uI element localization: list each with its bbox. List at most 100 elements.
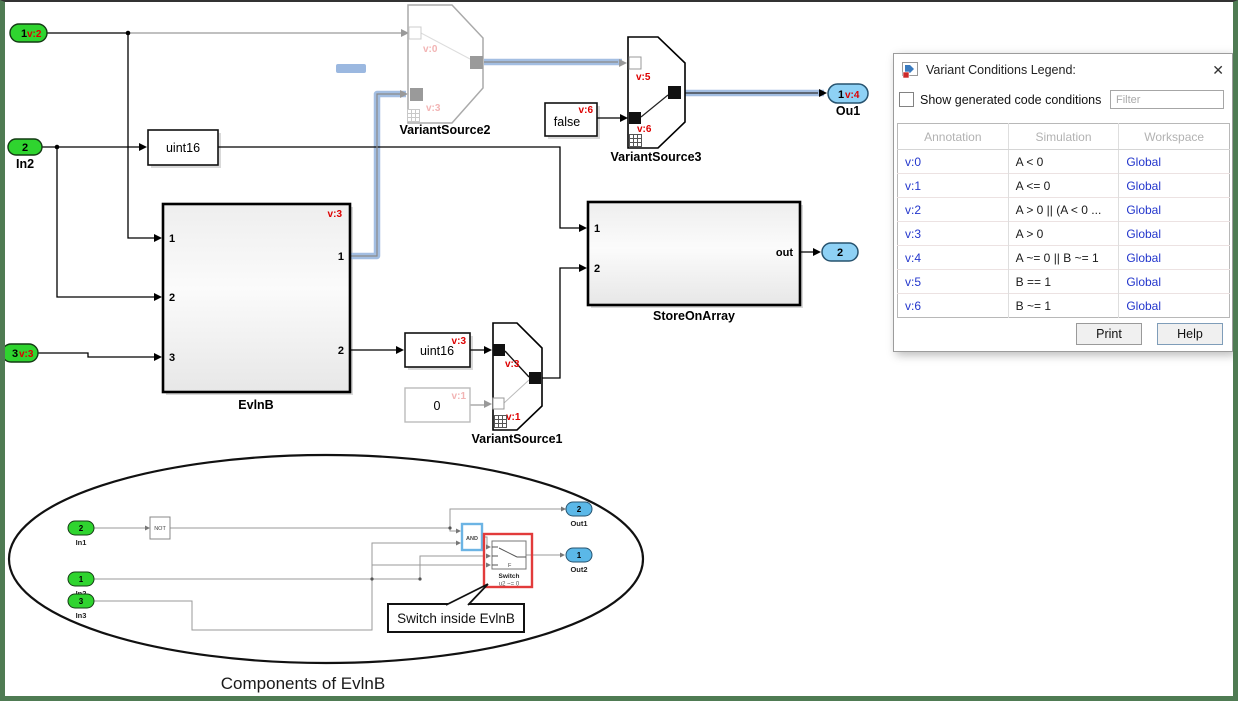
store-in2: 2: [594, 263, 600, 275]
outport-2[interactable]: 2: [821, 242, 859, 262]
inset-inport-3[interactable]: 3 In3: [67, 593, 95, 620]
table-row: v:4 A ~= 0 || B ~= 1 Global: [897, 245, 1230, 270]
inset-in1-number: 2: [79, 524, 84, 533]
simulation-condition: B ~= 1: [1008, 293, 1120, 318]
zero-constant-block[interactable]: 0 v:1: [404, 387, 471, 423]
inport-3-number: 3: [12, 348, 18, 360]
workspace-link[interactable]: Global: [1118, 149, 1230, 174]
store-out-label: out: [776, 247, 793, 259]
workspace-link[interactable]: Global: [1118, 269, 1230, 294]
variantsource3-block[interactable]: v:5 v:6 VariantSource3: [610, 36, 702, 164]
inset-out1-number: 2: [577, 505, 582, 514]
table-header-row: Annotation Simulation Workspace: [897, 123, 1230, 150]
outport-2-number: 2: [837, 247, 843, 259]
vs1-bottom-variant: v:1: [506, 412, 521, 423]
uint16-block-top[interactable]: uint16: [147, 129, 219, 166]
store-in1: 1: [594, 223, 600, 235]
conditions-table: Annotation Simulation Workspace v:0 A < …: [897, 123, 1230, 318]
ou1-variant: v:4: [845, 90, 860, 101]
inset-and-block[interactable]: AND: [460, 522, 484, 552]
col-workspace: Workspace: [1118, 123, 1230, 150]
components-ellipse: [7, 453, 645, 665]
simulation-condition: A <= 0: [1008, 173, 1120, 198]
inport-3-variant: v:3: [19, 349, 34, 360]
vs3-top-variant: v:5: [636, 72, 651, 83]
vs2-top-variant: v:0: [423, 44, 438, 55]
filter-input[interactable]: [1110, 90, 1224, 109]
col-annotation: Annotation: [897, 123, 1009, 150]
highlight-dash-annotation: [336, 64, 366, 73]
annotation-link[interactable]: v:2: [897, 197, 1009, 222]
inport-3[interactable]: 3 v:3: [1, 343, 39, 363]
legend-controls: Show generated code conditions: [894, 84, 1232, 109]
inset-in2-number: 1: [79, 575, 84, 584]
vs3-bottom-variant: v:6: [637, 124, 652, 135]
variant-conditions-legend-window: Variant Conditions Legend: ✕ Show genera…: [893, 53, 1233, 352]
close-icon[interactable]: ✕: [1212, 63, 1224, 77]
variantsource2-block[interactable]: v:0 v:3 VariantSource2: [399, 4, 491, 137]
annotation-link[interactable]: v:3: [897, 221, 1009, 246]
show-generated-code-checkbox[interactable]: [899, 92, 914, 107]
annotation-link[interactable]: v:0: [897, 149, 1009, 174]
inset-junction: [370, 577, 374, 581]
table-row: v:6 B ~= 1 Global: [897, 293, 1230, 318]
switch-criteria: u2 ~= 0: [499, 582, 520, 588]
simulink-editor-canvas: 1 v:2 2 In2 3 v:3 uint16 v:3 1 2 3 1 2 E…: [0, 0, 1238, 701]
workspace-link[interactable]: Global: [1118, 245, 1230, 270]
variantsource2-label: VariantSource2: [399, 123, 490, 137]
inset-junction: [448, 526, 452, 530]
not-label: NOT: [154, 526, 166, 532]
variantsource1-label: VariantSource1: [471, 432, 562, 446]
vs2-grid-icon: [407, 109, 420, 122]
false-label: false: [554, 115, 580, 129]
legend-titlebar: Variant Conditions Legend: ✕: [894, 54, 1232, 84]
simulation-condition: B == 1: [1008, 269, 1120, 294]
zero-label: 0: [434, 399, 441, 413]
false-constant-block[interactable]: false v:6: [544, 102, 598, 137]
uint16-block-mid[interactable]: uint16 v:3: [404, 332, 471, 368]
inset-outport-1[interactable]: 2 Out1: [565, 501, 593, 528]
inset-outport-2[interactable]: 1 Out2: [565, 547, 593, 574]
outport-ou1[interactable]: 1 v:4 Ou1: [827, 83, 869, 118]
uint16-mid-label: uint16: [420, 344, 454, 358]
switch-callout: Switch inside EvlnB: [387, 583, 525, 633]
storeonarray-block[interactable]: 1 2 out StoreOnArray: [586, 200, 802, 323]
inset-inport-1[interactable]: 2 In1: [67, 520, 95, 547]
workspace-link[interactable]: Global: [1118, 293, 1230, 318]
ou1-number: 1: [838, 89, 844, 101]
inport-1-variant: v:2: [27, 29, 42, 40]
vs3-grid-icon: [629, 134, 642, 147]
simulation-condition: A ~= 0 || B ~= 1: [1008, 245, 1120, 270]
inset-in3-number: 3: [79, 597, 84, 606]
evlnb-variant: v:3: [328, 209, 343, 220]
workspace-link[interactable]: Global: [1118, 221, 1230, 246]
annotation-link[interactable]: v:5: [897, 269, 1009, 294]
simulation-condition: A > 0: [1008, 221, 1120, 246]
wire-junction: [54, 144, 60, 150]
simulation-condition: A < 0: [1008, 149, 1120, 174]
annotation-link[interactable]: v:1: [897, 173, 1009, 198]
annotation-link[interactable]: v:6: [897, 293, 1009, 318]
annotation-link[interactable]: v:4: [897, 245, 1009, 270]
zero-variant: v:1: [452, 391, 467, 402]
help-button[interactable]: Help: [1157, 323, 1223, 345]
and-label: AND: [466, 536, 478, 542]
inset-not-block[interactable]: NOT: [149, 516, 171, 540]
inport-1[interactable]: 1 v:2: [9, 23, 48, 43]
print-button[interactable]: Print: [1076, 323, 1142, 345]
col-simulation: Simulation: [1008, 123, 1120, 150]
inset-switch-block[interactable]: F Switch u2 ~= 0: [491, 540, 527, 588]
variantsource1-block[interactable]: v:3 v:1 VariantSource1: [471, 322, 563, 446]
inport-2[interactable]: 2 In2: [7, 138, 43, 171]
vs2-bottom-variant: v:3: [426, 103, 441, 114]
evlnb-in1: 1: [169, 233, 175, 245]
evlnb-out1: 1: [338, 251, 344, 263]
ou1-label: Ou1: [836, 104, 860, 118]
inset-out1-label: Out1: [570, 519, 587, 528]
uint16-mid-variant: v:3: [452, 336, 467, 347]
inset-in3-label: In3: [76, 611, 87, 620]
evlnb-out2: 2: [338, 345, 344, 357]
evlnb-block[interactable]: v:3 1 2 3 1 2 EvlnB: [161, 202, 352, 412]
workspace-link[interactable]: Global: [1118, 197, 1230, 222]
workspace-link[interactable]: Global: [1118, 173, 1230, 198]
